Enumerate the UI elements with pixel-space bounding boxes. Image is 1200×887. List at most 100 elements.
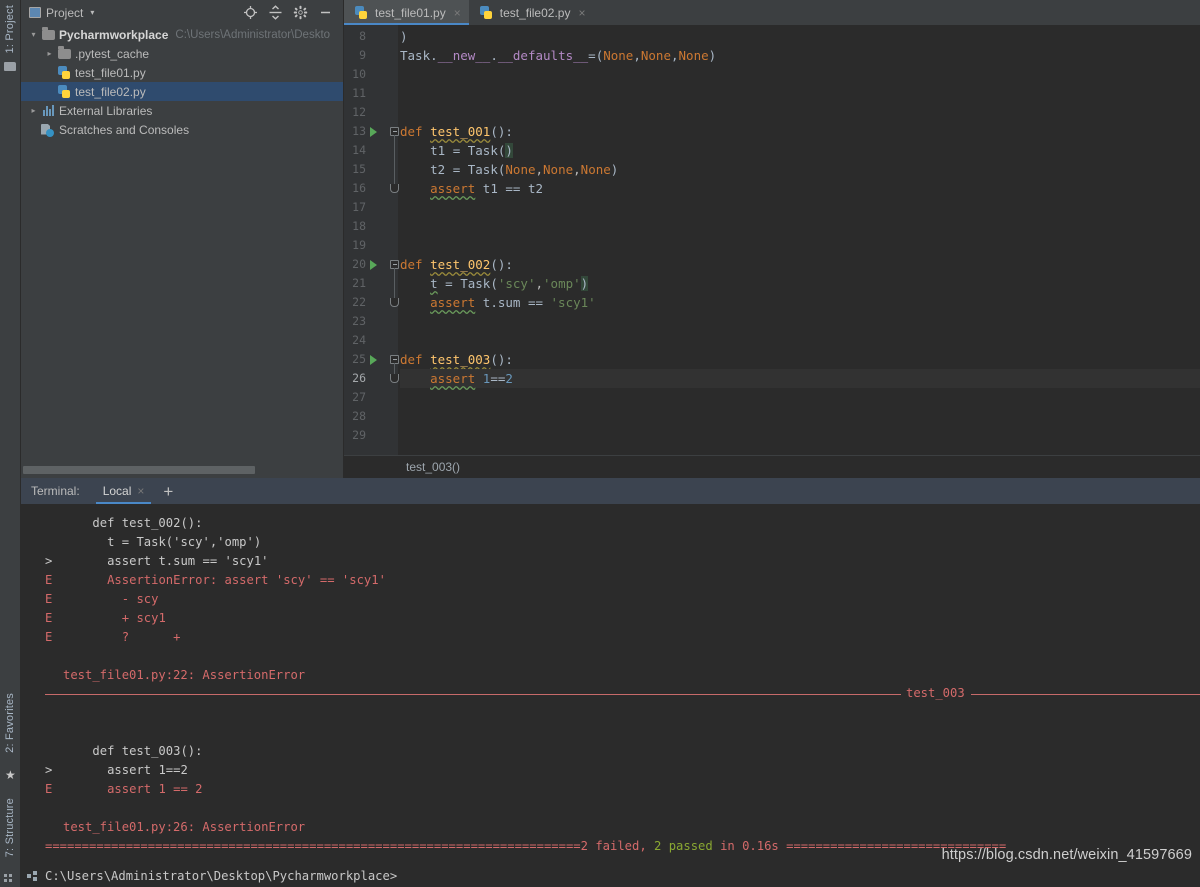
line-number-24: 24 [352, 333, 366, 347]
terminal-line-marker: E [45, 611, 53, 625]
breadcrumb[interactable]: test_003() [344, 455, 1200, 478]
fold-guide-line [394, 135, 395, 184]
fold-end-icon-line-16[interactable] [390, 184, 399, 193]
code-editor[interactable]: 8 9 10 11 12 13 14 15 16 17 18 19 20 21 22 23 24 25 26 27 28… [344, 25, 1200, 478]
tree-item-external-libraries[interactable]: ▸ External Libraries [21, 101, 343, 120]
project-title[interactable]: Project ▾ [29, 6, 94, 20]
project-folder-icon [4, 62, 16, 71]
terminal-summary-line: ========================================… [45, 837, 1006, 856]
project-tree[interactable]: ▾ Pycharmworkplace C:\Users\Administrator\… [21, 25, 343, 462]
terminal-tab-local[interactable]: Local × [94, 478, 154, 504]
python-file-icon [478, 5, 494, 20]
project-panel-toolbar [243, 5, 339, 20]
terminal-output[interactable]: def test_002(): t = Task('scy','omp') > ass… [21, 504, 1200, 865]
scrollbar-thumb[interactable] [23, 466, 255, 474]
terminal-line-text: assert t.sum == 'scy1' [107, 554, 269, 568]
collapse-all-icon[interactable] [268, 5, 283, 20]
terminal-line-marker: E [45, 630, 53, 644]
line-number-18: 18 [352, 219, 366, 233]
chevron-right-icon[interactable]: ▸ [43, 49, 56, 58]
close-icon[interactable]: × [454, 6, 461, 20]
terminal-line-text: def test_002(): [92, 516, 203, 530]
hide-panel-icon[interactable] [318, 5, 333, 20]
star-icon: ★ [5, 768, 16, 782]
line-number-14: 14 [352, 143, 366, 157]
editor-code-text[interactable]: ) Task.__new__.__defaults__=(None,None,No… [400, 25, 1200, 455]
terminal-summary-passed: 2 passed [654, 839, 713, 853]
python-file-icon [353, 5, 369, 20]
code-line-21: t = Task('scy','omp') [430, 276, 589, 291]
terminal-label: Terminal: [31, 484, 80, 498]
terminal-section-label: test_003 [906, 686, 965, 700]
python-file-icon [56, 65, 72, 80]
code-line-20: def test_002(): [400, 257, 513, 272]
tool-window-button-favorites[interactable]: 2: Favorites [4, 693, 16, 753]
terminal-line-text: ? + [121, 630, 181, 644]
settings-gear-icon[interactable] [293, 5, 308, 20]
project-icon [29, 7, 41, 18]
code-line-13: def test_001(): [400, 124, 513, 139]
editor-area: test_file01.py × test_file02.py × 8 9 10 11 12 1… [344, 0, 1200, 478]
line-number-19: 19 [352, 238, 366, 252]
tool-window-button-project[interactable]: 1: Project [4, 5, 16, 53]
terminal-line-text: + scy1 [121, 611, 166, 625]
terminal-line-text: AssertionError: assert 'scy' == 'scy1' [107, 573, 386, 587]
tree-item-label: test_file02.py [75, 84, 146, 99]
line-number-21: 21 [352, 276, 366, 290]
tree-item-label: External Libraries [59, 103, 153, 118]
editor-tab-test-file02-py[interactable]: test_file02.py × [469, 0, 594, 25]
locate-icon[interactable] [243, 5, 258, 20]
terminal-line-marker: > [45, 763, 53, 777]
fold-end-icon-line-26[interactable] [390, 374, 399, 383]
editor-tab-label: test_file01.py [375, 5, 446, 20]
run-test-icon-line-13[interactable] [370, 127, 377, 137]
editor-tab-test-file01-py[interactable]: test_file01.py × [344, 0, 469, 25]
terminal-line-text: assert 1 == 2 [107, 782, 203, 796]
line-number-8: 8 [359, 29, 366, 43]
tree-item-pycharmworkplace[interactable]: ▾ Pycharmworkplace C:\Users\Administrator\… [21, 25, 343, 44]
chevron-down-icon[interactable]: ▾ [90, 8, 94, 17]
python-file-icon [56, 84, 72, 99]
line-number-9: 9 [359, 48, 366, 62]
fold-end-icon-line-22[interactable] [390, 298, 399, 307]
watermark-url: https://blog.csdn.net/weixin_41597669 [941, 847, 1192, 863]
code-line-25: def test_003(): [400, 352, 513, 367]
add-terminal-tab-button[interactable]: + [153, 483, 183, 500]
tree-item--pytest-cache[interactable]: ▸ .pytest_cache [21, 44, 343, 63]
terminal-tab-label: Local [102, 484, 132, 498]
terminal-prompt-line[interactable]: C:\Users\Administrator\Desktop\Pycharmwo… [21, 865, 1200, 887]
line-number-16: 16 [352, 181, 366, 195]
run-test-icon-line-20[interactable] [370, 260, 377, 270]
editor-tab-bar: test_file01.py × test_file02.py × [344, 0, 1200, 25]
line-number-23: 23 [352, 314, 366, 328]
project-panel-header: Project ▾ [21, 0, 343, 25]
code-line-15: t2 = Task(None,None,None) [430, 162, 619, 177]
line-number-10: 10 [352, 67, 366, 81]
terminal-line-marker: E [45, 782, 53, 796]
caret-line-highlight [400, 369, 1200, 388]
tree-item-test-file01-py[interactable]: ▸ test_file01.py [21, 63, 343, 82]
terminal-section-rule-right [971, 694, 1200, 695]
structure-icon [4, 868, 7, 880]
terminal-line-text: test_file01.py:26: AssertionError [63, 820, 306, 834]
editor-gutter[interactable]: 8 9 10 11 12 13 14 15 16 17 18 19 20 21 22 23 24 25 26 27 28… [344, 25, 399, 455]
tree-item-test-file02-py[interactable]: ▸ test_file02.py [21, 82, 343, 101]
terminal-line-marker: > [45, 554, 53, 568]
run-test-icon-line-25[interactable] [370, 355, 377, 365]
line-number-13: 13 [352, 124, 366, 138]
project-horizontal-scrollbar[interactable] [21, 462, 343, 478]
tool-window-button-structure[interactable]: 7: Structure [4, 798, 16, 857]
terminal-header: Terminal: Local × + [21, 478, 1200, 504]
close-icon[interactable]: × [578, 6, 585, 20]
close-icon[interactable]: × [137, 484, 144, 498]
tree-spacer: ▸ [43, 87, 56, 96]
tree-item-scratches-and-consoles[interactable]: ▸ Scratches and Consoles [21, 120, 343, 139]
chevron-down-icon[interactable]: ▾ [27, 30, 40, 39]
code-line-26: assert 1==2 [430, 371, 513, 386]
left-tool-strip-bottom: 2: Favorites ★ 7: Structure [0, 478, 21, 887]
tree-item-label: Pycharmworkplace [59, 27, 169, 42]
code-line-16: assert t1 == t2 [430, 181, 544, 196]
fold-guide-line [394, 268, 395, 298]
code-line-22: assert t.sum == 'scy1' [430, 295, 596, 310]
chevron-right-icon[interactable]: ▸ [27, 106, 40, 115]
